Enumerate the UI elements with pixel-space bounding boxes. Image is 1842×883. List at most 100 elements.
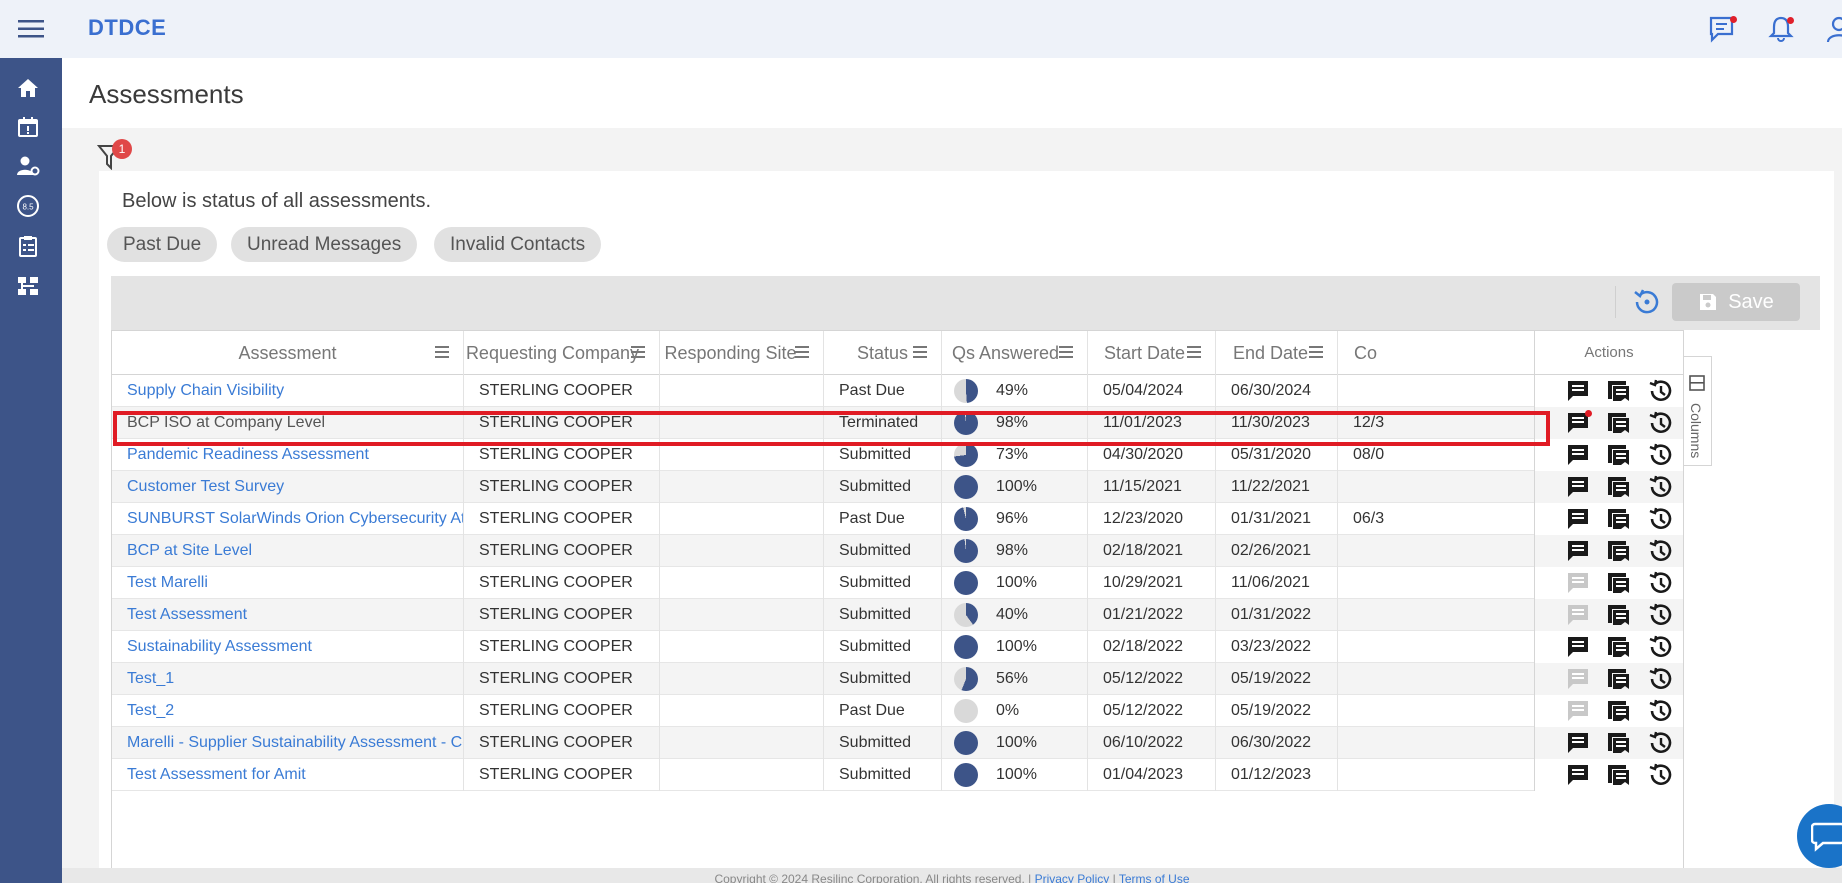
export-report-icon[interactable] (1605, 378, 1631, 404)
export-report-icon[interactable] (1605, 602, 1631, 628)
message-icon[interactable] (1565, 698, 1591, 724)
column-menu-icon[interactable] (435, 346, 449, 358)
message-icon[interactable] (1565, 634, 1591, 660)
terms-of-use-link[interactable]: Terms of Use (1119, 872, 1190, 883)
col-header-end-date[interactable]: End Date (1216, 331, 1338, 375)
table-row[interactable]: SUNBURST SolarWinds Orion Cybersecurity … (112, 503, 1683, 535)
table-row[interactable]: BCP at Site Level STERLING COOPER Submitte… (112, 535, 1683, 567)
message-icon[interactable] (1565, 538, 1591, 564)
export-report-icon[interactable] (1605, 570, 1631, 596)
assessment-link[interactable]: Marelli - Supplier Sustainability Assess… (112, 727, 464, 759)
messages-icon[interactable] (1708, 14, 1738, 44)
assessment-link[interactable]: Test Assessment (112, 599, 464, 631)
col-header-status[interactable]: Status (824, 331, 942, 375)
history-icon[interactable] (1647, 730, 1673, 756)
table-row[interactable]: Test Assessment STERLING COOPER Submitted 4… (112, 599, 1683, 631)
message-icon[interactable] (1565, 730, 1591, 756)
assessment-link[interactable]: Test Marelli (112, 567, 464, 599)
export-report-icon[interactable] (1605, 538, 1631, 564)
history-icon[interactable] (1647, 506, 1673, 532)
history-icon[interactable] (1647, 762, 1673, 788)
history-icon[interactable] (1647, 602, 1673, 628)
table-row[interactable]: Test_2 STERLING COOPER Past Due 0% 05/12/202… (112, 695, 1683, 727)
hamburger-menu-button[interactable] (0, 0, 62, 58)
table-row[interactable]: Supply Chain Visibility STERLING COOPER Pa… (112, 375, 1683, 407)
export-report-icon[interactable] (1605, 410, 1631, 436)
export-report-icon[interactable] (1605, 506, 1631, 532)
assessment-link[interactable]: Sustainability Assessment (112, 631, 464, 663)
message-icon[interactable] (1565, 666, 1591, 692)
message-icon[interactable] (1565, 378, 1591, 404)
message-icon[interactable] (1565, 474, 1591, 500)
col-header-requesting-company[interactable]: Requesting Company (464, 331, 660, 375)
col-header-responding-site[interactable]: Responding Site (660, 331, 824, 375)
message-icon[interactable] (1565, 442, 1591, 468)
nav-score-icon[interactable]: 8.5 (16, 194, 40, 218)
table-row[interactable]: Test_1 STERLING COOPER Submitted 56% 05/12/2… (112, 663, 1683, 695)
assessment-link[interactable]: Customer Test Survey (112, 471, 464, 503)
assessment-link[interactable]: SUNBURST SolarWinds Orion Cybersecurity … (112, 503, 464, 535)
history-icon[interactable] (1647, 698, 1673, 724)
history-icon[interactable] (1647, 410, 1673, 436)
nav-network-icon[interactable] (16, 274, 40, 298)
history-icon[interactable] (1647, 442, 1673, 468)
columns-tab[interactable]: Columns (1684, 356, 1712, 466)
nav-user-settings-icon[interactable] (16, 154, 40, 178)
history-icon[interactable] (1647, 538, 1673, 564)
nav-calendar-icon[interactable] (16, 115, 40, 139)
notifications-bell-icon[interactable] (1767, 14, 1797, 44)
cell-status: Submitted (824, 535, 942, 567)
message-icon[interactable] (1565, 602, 1591, 628)
assessment-link[interactable]: Test_1 (112, 663, 464, 695)
col-header-start-date[interactable]: Start Date (1088, 331, 1216, 375)
table-row[interactable]: Customer Test Survey STERLING COOPER Submi… (112, 471, 1683, 503)
table-row[interactable]: Test Marelli STERLING COOPER Submitted 100%… (112, 567, 1683, 599)
assessment-link[interactable]: BCP at Site Level (112, 535, 464, 567)
export-report-icon[interactable] (1605, 634, 1631, 660)
history-icon[interactable] (1647, 474, 1673, 500)
cell-company: STERLING COOPER (464, 535, 660, 567)
reset-columns-button[interactable] (1631, 286, 1663, 318)
table-row[interactable]: Test Assessment for Amit STERLING COOPER S… (112, 759, 1683, 791)
column-menu-icon[interactable] (631, 346, 645, 358)
export-report-icon[interactable] (1605, 762, 1631, 788)
export-report-icon[interactable] (1605, 666, 1631, 692)
export-report-icon[interactable] (1605, 730, 1631, 756)
cell-end: 06/30/2024 (1216, 375, 1338, 407)
message-icon[interactable] (1565, 570, 1591, 596)
chip-unread-messages[interactable]: Unread Messages (231, 227, 418, 262)
chip-invalid-contacts[interactable]: Invalid Contacts (434, 227, 602, 262)
brand-logo[interactable]: DTDCE (88, 15, 166, 41)
save-button[interactable]: Save (1672, 283, 1800, 321)
history-icon[interactable] (1647, 666, 1673, 692)
history-icon[interactable] (1647, 378, 1673, 404)
column-menu-icon[interactable] (913, 346, 927, 358)
message-icon[interactable] (1565, 506, 1591, 532)
assessment-link[interactable]: Test Assessment for Amit (112, 759, 464, 791)
column-menu-icon[interactable] (1309, 346, 1323, 358)
history-icon[interactable] (1647, 634, 1673, 660)
table-row[interactable]: Sustainability Assessment STERLING COOPER… (112, 631, 1683, 663)
cell-site (660, 567, 824, 599)
nav-clipboard-icon[interactable] (16, 234, 40, 258)
column-menu-icon[interactable] (795, 346, 809, 358)
assessment-link[interactable]: Test_2 (112, 695, 464, 727)
nav-home-icon[interactable] (16, 76, 40, 100)
table-row[interactable]: Marelli - Supplier Sustainability Assess… (112, 727, 1683, 759)
export-report-icon[interactable] (1605, 474, 1631, 500)
column-menu-icon[interactable] (1187, 346, 1201, 358)
cell-end: 01/31/2021 (1216, 503, 1338, 535)
assessment-link[interactable]: Supply Chain Visibility (112, 375, 464, 407)
column-menu-icon[interactable] (1059, 346, 1073, 358)
message-icon[interactable] (1565, 762, 1591, 788)
export-report-icon[interactable] (1605, 442, 1631, 468)
col-header-assessment[interactable]: Assessment (112, 331, 464, 375)
col-header-completed[interactable]: Co (1338, 331, 1534, 375)
cell-company: STERLING COOPER (464, 471, 660, 503)
chip-past-due[interactable]: Past Due (107, 227, 218, 262)
export-report-icon[interactable] (1605, 698, 1631, 724)
col-header-qs-answered[interactable]: Qs Answered (942, 331, 1088, 375)
privacy-policy-link[interactable]: Privacy Policy (1035, 872, 1110, 883)
user-profile-icon[interactable] (1824, 14, 1842, 44)
history-icon[interactable] (1647, 570, 1673, 596)
